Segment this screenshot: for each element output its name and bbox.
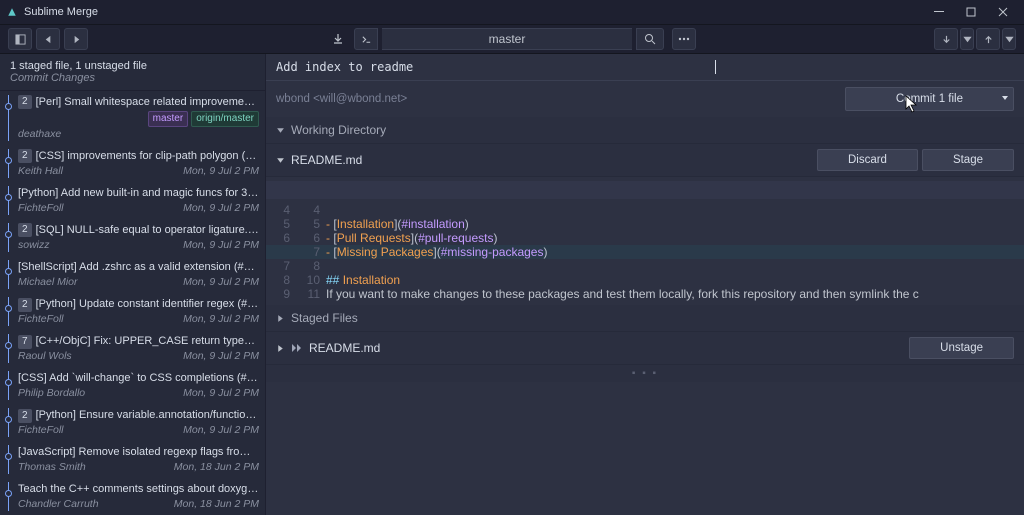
commit-author: Chandler Carruth <box>18 497 99 511</box>
commit-title: [Python] Update constant identifier rege… <box>36 297 259 312</box>
file-name: README.md <box>309 341 380 355</box>
sidebar-status-title: 1 staged file, 1 unstaged file <box>10 60 255 72</box>
diff-view: 44 55- [Installation](#installation) 66-… <box>266 177 1024 305</box>
close-button[interactable] <box>988 2 1018 22</box>
commit-message-input[interactable] <box>276 60 716 74</box>
staged-file-row[interactable]: README.md Unstage <box>266 332 1024 365</box>
commit-title: [JavaScript] Remove isolated regexp flag… <box>18 445 259 460</box>
window-titlebar: Sublime Merge <box>0 0 1024 24</box>
change-count-badge: 2 <box>18 298 32 312</box>
pull-button[interactable] <box>934 28 958 50</box>
unstaged-file-row[interactable]: README.md Discard Stage <box>266 144 1024 177</box>
staged-files-header[interactable]: Staged Files <box>266 305 1024 332</box>
commit-date: Mon, 9 Jul 2 PM <box>183 201 259 215</box>
commit-title: [CSS] improvements for clip-path polygon… <box>36 149 259 164</box>
chevron-down-icon <box>276 126 285 135</box>
commit-date: Mon, 18 Jun 2 PM <box>174 460 259 474</box>
discard-button[interactable]: Discard <box>817 149 918 171</box>
chevron-down-icon <box>276 156 285 165</box>
commit-item[interactable]: 2 [Python] Ensure variable.annotation/fun… <box>0 404 265 441</box>
push-menu-button[interactable] <box>1002 28 1016 50</box>
working-directory-header[interactable]: Working Directory <box>266 117 1024 144</box>
sidebar-status[interactable]: 1 staged file, 1 unstaged file Commit Ch… <box>0 54 265 91</box>
chevron-down-icon[interactable] <box>1001 93 1009 105</box>
commit-item[interactable]: 2 [Perl] Small whitespace related improve… <box>0 91 265 145</box>
commit-item[interactable]: [Python] Add new built-in and magic func… <box>0 182 265 219</box>
chevron-right-icon <box>276 344 285 353</box>
commit-button-label: Commit 1 file <box>896 93 963 105</box>
commit-date: Mon, 9 Jul 2 PM <box>183 312 259 326</box>
pull-menu-button[interactable] <box>960 28 974 50</box>
commit-author: FichteFoll <box>18 423 64 437</box>
commit-date: Mon, 9 Jul 2 PM <box>183 349 259 363</box>
minimize-button[interactable] <box>924 2 954 22</box>
commit-date: Mon, 18 Jun 2 PM <box>174 497 259 511</box>
commit-author: Thomas Smith <box>18 460 86 474</box>
resize-handle[interactable]: ▪ ▪ ▪ <box>266 365 1024 382</box>
commit-date: Mon, 9 Jul 2 PM <box>183 238 259 252</box>
commit-title: [Python] Add new built-in and magic func… <box>18 186 259 201</box>
app-logo-icon <box>6 6 18 18</box>
commit-title: [C++/ObjC] Fix: UPPER_CASE return types … <box>36 334 259 349</box>
file-name: README.md <box>291 153 362 167</box>
main-toolbar <box>0 24 1024 54</box>
window-title: Sublime Merge <box>24 6 98 18</box>
sidebar-status-sub: Commit Changes <box>10 72 255 84</box>
commit-date: Mon, 9 Jul 2 PM <box>183 423 259 437</box>
sidebar-toggle-button[interactable] <box>8 28 32 50</box>
nav-forward-button[interactable] <box>64 28 88 50</box>
commit-author: Philip Bordallo <box>18 386 85 400</box>
ff-icon <box>291 342 303 354</box>
commit-title: [SQL] NULL-safe equal to operator ligatu… <box>36 223 259 238</box>
commit-date: Mon, 9 Jul 2 PM <box>183 164 259 178</box>
commit-date: Mon, 9 Jul 2 PM <box>183 275 259 289</box>
prompt-icon[interactable] <box>354 28 378 50</box>
branch-tag: master <box>148 111 189 127</box>
commit-author: Raoul Wols <box>18 349 72 363</box>
commit-item[interactable]: [JavaScript] Remove isolated regexp flag… <box>0 441 265 478</box>
commit-author: deathaxe <box>18 127 61 141</box>
commit-item[interactable]: 2 [Python] Update constant identifier reg… <box>0 293 265 330</box>
commit-item[interactable]: [ShellScript] Add .zshrc as a valid exte… <box>0 256 265 293</box>
maximize-button[interactable] <box>956 2 986 22</box>
push-button[interactable] <box>976 28 1000 50</box>
commit-title: [CSS] Add `will-change` to CSS completio… <box>18 371 259 386</box>
change-count-badge: 7 <box>18 335 32 349</box>
change-count-badge: 2 <box>18 223 32 237</box>
search-button[interactable] <box>636 28 664 50</box>
commit-author: Keith Hall <box>18 164 63 178</box>
stage-button[interactable]: Stage <box>922 149 1014 171</box>
commit-item[interactable]: Teach the C++ comments settings about do… <box>0 478 265 515</box>
change-count-badge: 2 <box>18 149 32 163</box>
unstage-button[interactable]: Unstage <box>909 337 1014 359</box>
staged-files-label: Staged Files <box>291 311 358 325</box>
commit-title: Teach the C++ comments settings about do… <box>18 482 259 497</box>
chevron-right-icon <box>276 314 285 323</box>
commit-item[interactable]: 7 [C++/ObjC] Fix: UPPER_CASE return types… <box>0 330 265 367</box>
commit-author: Michael Mior <box>18 275 78 289</box>
commit-item[interactable]: [CSS] Add `will-change` to CSS completio… <box>0 367 265 404</box>
working-directory-label: Working Directory <box>291 123 386 137</box>
commit-author: FichteFoll <box>18 312 64 326</box>
commit-sidebar: 1 staged file, 1 unstaged file Commit Ch… <box>0 54 266 515</box>
commit-title: [Perl] Small whitespace related improvem… <box>36 95 259 110</box>
nav-back-button[interactable] <box>36 28 60 50</box>
commit-item[interactable]: 2 [SQL] NULL-safe equal to operator ligat… <box>0 219 265 256</box>
commit-author: wbond <will@wbond.net> <box>276 93 407 105</box>
commit-author: sowizz <box>18 238 50 252</box>
change-count-badge: 2 <box>18 95 32 109</box>
commit-author: FichteFoll <box>18 201 64 215</box>
download-icon[interactable] <box>326 28 350 50</box>
change-count-badge: 2 <box>18 409 32 423</box>
details-panel: wbond <will@wbond.net> Commit 1 file Wor… <box>266 54 1024 515</box>
commit-item[interactable]: 2 [CSS] improvements for clip-path polygo… <box>0 145 265 182</box>
branch-tag: origin/master <box>191 111 259 127</box>
commit-date: Mon, 9 Jul 2 PM <box>183 386 259 400</box>
more-menu-button[interactable] <box>672 28 696 50</box>
commit-title: [Python] Ensure variable.annotation/func… <box>36 408 259 423</box>
commit-title: [ShellScript] Add .zshrc as a valid exte… <box>18 260 259 275</box>
commit-button[interactable]: Commit 1 file <box>845 87 1014 111</box>
branch-selector[interactable] <box>382 28 632 50</box>
